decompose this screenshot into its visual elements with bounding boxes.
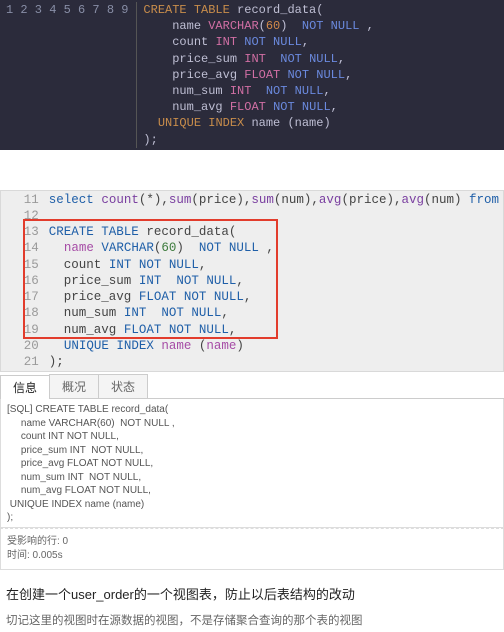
watermark — [0, 570, 504, 584]
dark-gutter: 1 2 3 4 5 6 7 8 9 — [0, 2, 137, 148]
dark-code-block: 1 2 3 4 5 6 7 8 9 CREATE TABLE record_da… — [0, 0, 504, 150]
output-tabs: 信息 概况 状态 — [0, 372, 504, 399]
tab-info[interactable]: 信息 — [0, 375, 50, 399]
tab-summary[interactable]: 概况 — [49, 374, 99, 398]
sql-meta: 受影响的行: 0 时间: 0.005s — [0, 528, 504, 570]
light-code-block[interactable]: 11 12 13 14 15 16 17 18 19 20 21 select … — [0, 190, 504, 373]
exec-time: 时间: 0.005s — [7, 549, 497, 563]
dark-lines: CREATE TABLE record_data( name VARCHAR(6… — [137, 2, 379, 148]
affected-rows: 受影响的行: 0 — [7, 535, 497, 549]
sql-output: [SQL] CREATE TABLE record_data( name VAR… — [0, 399, 504, 528]
article-heading: 在创建一个user_order的一个视图表，防止以后表结构的改动 — [6, 584, 498, 606]
light-lines: select count(*),sum(price),sum(num),avg(… — [45, 192, 503, 371]
article-sub: 切记这里的视图时在源数据的视图，不是存储聚合查询的那个表的视图 — [6, 612, 498, 632]
tab-status[interactable]: 状态 — [98, 374, 148, 398]
light-gutter: 11 12 13 14 15 16 17 18 19 20 21 — [1, 192, 45, 371]
article-text: 在创建一个user_order的一个视图表，防止以后表结构的改动 切记这里的视图… — [0, 584, 504, 632]
spacer — [0, 150, 504, 190]
